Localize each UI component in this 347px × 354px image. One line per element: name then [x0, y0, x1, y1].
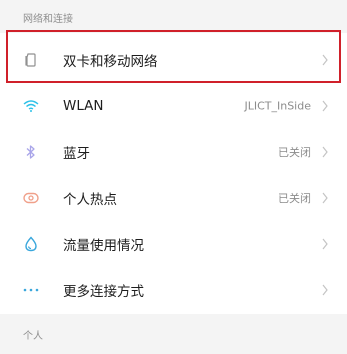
row-more-connections[interactable]: 更多连接方式 — [0, 267, 347, 313]
row-label: 双卡和移动网络 — [63, 54, 158, 70]
chevron-right-icon — [322, 54, 328, 66]
data-usage-icon — [22, 235, 40, 253]
more-icon — [22, 281, 40, 299]
row-dual-sim-mobile-network[interactable]: 双卡和移动网络 — [0, 37, 347, 83]
row-label: 蓝牙 — [63, 146, 90, 162]
network-settings-list: 双卡和移动网络 WLAN JLICT_InSide 蓝牙 已关闭 个人热点 已关… — [0, 33, 347, 314]
chevron-right-icon — [322, 284, 328, 296]
row-bluetooth[interactable]: 蓝牙 已关闭 — [0, 129, 347, 175]
row-label: WLAN — [63, 98, 104, 114]
chevron-right-icon — [322, 100, 328, 112]
bluetooth-status: 已关闭 — [278, 146, 311, 159]
row-wlan[interactable]: WLAN JLICT_InSide — [0, 83, 347, 129]
sim-card-icon — [22, 51, 40, 69]
section-header-network: 网络和连接 — [23, 14, 73, 25]
hotspot-status: 已关闭 — [278, 192, 311, 205]
hotspot-icon — [22, 189, 40, 207]
row-personal-hotspot[interactable]: 个人热点 已关闭 — [0, 175, 347, 221]
row-label: 更多连接方式 — [63, 284, 144, 300]
wlan-network-name: JLICT_InSide — [244, 99, 311, 113]
chevron-right-icon — [322, 238, 328, 250]
bluetooth-icon — [22, 143, 40, 161]
row-label: 流量使用情况 — [63, 238, 144, 254]
chevron-right-icon — [322, 192, 328, 204]
row-label: 个人热点 — [63, 192, 117, 208]
section-header-personal: 个人 — [23, 331, 43, 342]
row-data-usage[interactable]: 流量使用情况 — [0, 221, 347, 267]
wifi-icon — [22, 97, 40, 115]
chevron-right-icon — [322, 146, 328, 158]
personal-section-background — [0, 314, 347, 354]
